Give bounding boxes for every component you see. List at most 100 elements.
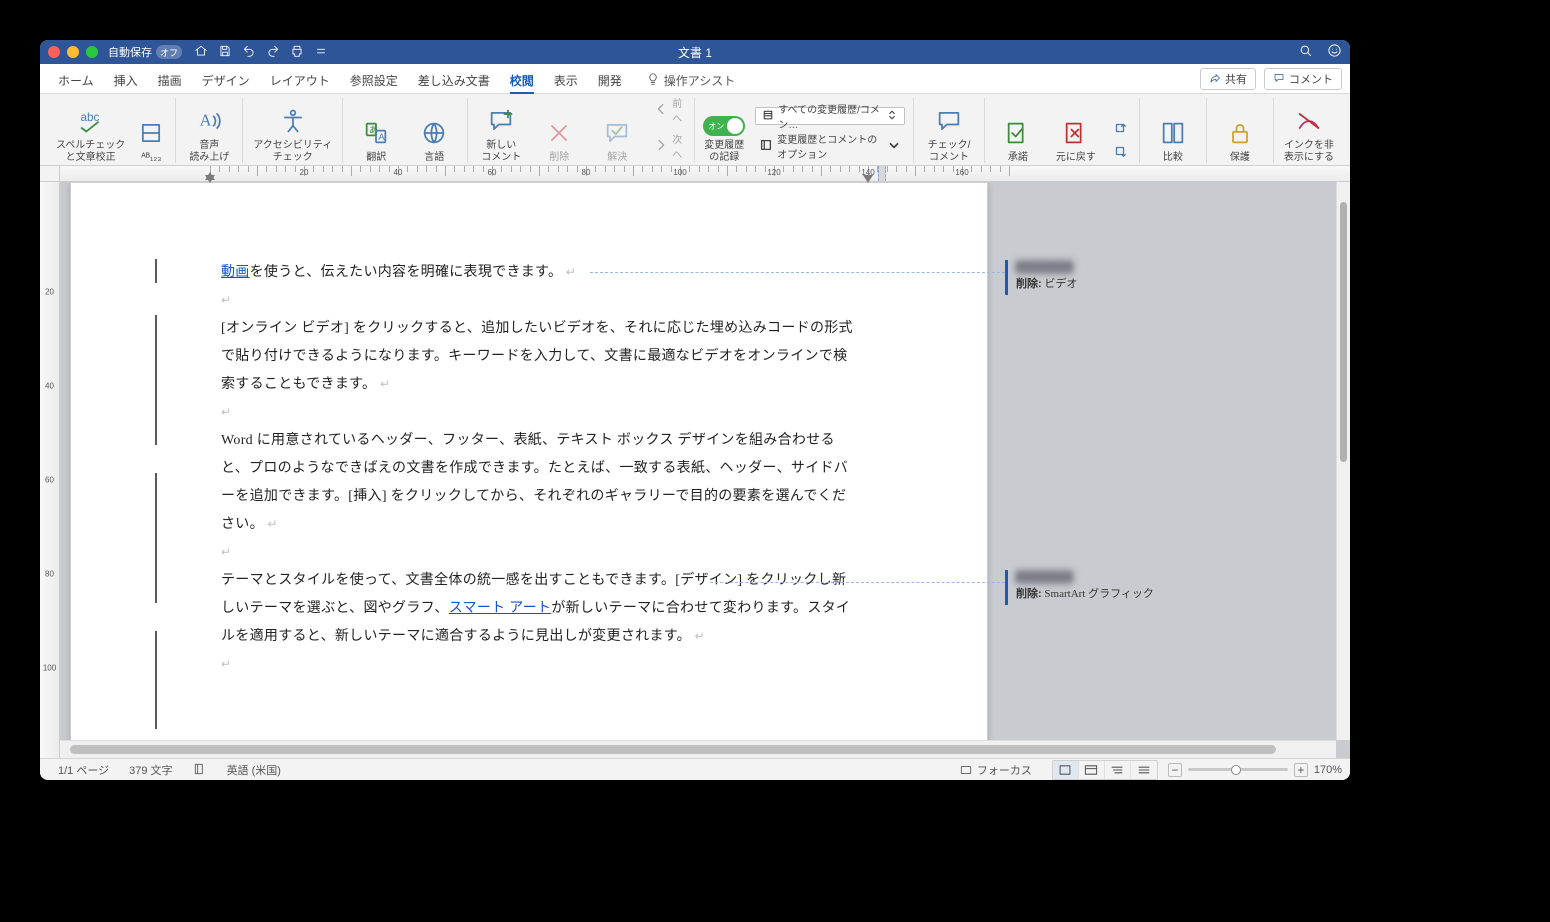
ribbon-tab-1[interactable]: 挿入 xyxy=(104,66,148,93)
draft-view[interactable] xyxy=(1131,761,1157,779)
inserted-text[interactable]: スマート アート xyxy=(449,601,552,616)
accessibility-button[interactable]: アクセシビリティ チェック xyxy=(251,102,334,163)
paragraph[interactable]: [オンライン ビデオ] をクリックすると、追加したいビデオを、それに応じた埋め込… xyxy=(221,315,857,399)
hide-ink-button[interactable]: インクを非 表示にする xyxy=(1282,102,1336,163)
paragraph[interactable]: 動画を使うと、伝えたい内容を明確に表現できます。 ↵ xyxy=(221,259,857,287)
vertical-scrollbar-thumb[interactable] xyxy=(1340,202,1347,462)
text-run[interactable]: を使うと、伝えたい内容を明確に表現できます。 xyxy=(250,265,563,280)
save-icon[interactable] xyxy=(218,44,232,61)
paragraph[interactable]: Word に用意されているヘッダー、フッター、表紙、テキスト ボックス デザイン… xyxy=(221,427,857,539)
prev-change-button[interactable] xyxy=(1109,119,1131,140)
document-scroll-area[interactable]: 動画を使うと、伝えたい内容を明確に表現できます。 ↵ ↵ [オンライン ビデオ] … xyxy=(60,182,1350,740)
share-icon xyxy=(1209,72,1221,87)
share-button[interactable]: 共有 xyxy=(1200,68,1256,90)
thesaurus-button[interactable]: ᴬᴮ₁₂₃ xyxy=(135,114,167,164)
zoom-in-button[interactable]: + xyxy=(1294,763,1308,777)
group-ink: インクを非 表示にする xyxy=(1273,98,1344,163)
svg-text:A: A xyxy=(200,111,212,130)
read-aloud-button[interactable]: A 音声 読み上げ xyxy=(184,102,234,163)
close-window-button[interactable] xyxy=(48,46,60,58)
document-body[interactable]: 動画を使うと、伝えたい内容を明確に表現できます。 ↵ ↵ [オンライン ビデオ] … xyxy=(221,259,857,740)
print-layout-view[interactable] xyxy=(1053,761,1079,779)
comments-pane-button[interactable]: コメント xyxy=(1264,68,1342,90)
minimize-window-button[interactable] xyxy=(67,46,79,58)
next-change-button[interactable] xyxy=(1109,142,1131,163)
inserted-text[interactable]: 動画 xyxy=(221,265,250,280)
qat-customize-icon[interactable] xyxy=(314,44,328,61)
right-indent[interactable] xyxy=(863,175,873,183)
track-changes-toggle[interactable]: オン xyxy=(703,116,745,136)
vertical-ruler[interactable]: 20406080100 xyxy=(40,182,60,758)
text-run[interactable]: [オンライン ビデオ] をクリックすると、追加したいビデオを、それに応じた埋め込… xyxy=(221,321,853,392)
ribbon-tab-2[interactable]: 描画 xyxy=(148,66,192,93)
paragraph[interactable]: テーマとスタイルを使って、文書全体の統一感を出すこともできます。[デザイン] を… xyxy=(221,567,857,651)
zoom-out-button[interactable]: − xyxy=(1168,763,1182,777)
horizontal-scrollbar[interactable] xyxy=(60,740,1336,758)
horizontal-ruler[interactable]: 20406080100120140160 xyxy=(60,166,1350,182)
ribbon-tab-5[interactable]: 参照設定 xyxy=(340,66,408,93)
arrow-down-icon xyxy=(1113,144,1127,161)
redo-icon[interactable] xyxy=(266,44,280,61)
language-button[interactable]: 言語 xyxy=(409,114,459,164)
accessibility-label: アクセシビリティ チェック xyxy=(253,140,332,163)
group-accessibility: アクセシビリティ チェック xyxy=(242,98,342,163)
arrow-up-icon xyxy=(1113,121,1127,138)
hanging-indent[interactable] xyxy=(205,175,215,183)
focus-mode-button[interactable]: フォーカス xyxy=(949,762,1042,778)
paragraph[interactable]: ↵ xyxy=(221,651,857,679)
print-icon[interactable] xyxy=(290,44,304,61)
outline-view[interactable] xyxy=(1105,761,1131,779)
zoom-slider-knob[interactable] xyxy=(1231,765,1241,775)
paragraph[interactable]: ↵ xyxy=(221,539,857,567)
horizontal-scrollbar-thumb[interactable] xyxy=(70,745,1276,754)
ribbon-tab-4[interactable]: レイアウト xyxy=(260,66,340,93)
accept-button[interactable]: 承諾 xyxy=(993,114,1043,164)
ribbon-tab-8[interactable]: 表示 xyxy=(544,66,588,93)
home-icon[interactable] xyxy=(194,44,208,61)
new-comment-button[interactable]: 新しい コメント xyxy=(476,102,526,163)
spellcheck-status-icon[interactable] xyxy=(183,762,217,777)
delete-comment-button: 削除 xyxy=(534,114,584,164)
reject-button[interactable]: 元に戻す xyxy=(1051,114,1101,164)
ribbon-tab-7[interactable]: 校閲 xyxy=(500,66,544,93)
revision-old-text: SmartArt グラフィック xyxy=(1042,588,1154,600)
web-layout-view[interactable] xyxy=(1079,761,1105,779)
ribbon-tab-9[interactable]: 開発 xyxy=(588,66,632,93)
check-comments-button[interactable]: チェック/コメント xyxy=(922,102,976,163)
paragraph[interactable]: ↵ xyxy=(221,287,857,315)
ruler-mark: 60 xyxy=(488,168,497,177)
word-count[interactable]: 379 文字 xyxy=(119,762,182,778)
zoom-slider[interactable] xyxy=(1188,768,1288,771)
zoom-value[interactable]: 170% xyxy=(1314,764,1342,776)
tell-me-search[interactable]: 操作アシスト xyxy=(636,66,746,93)
arrow-left-icon xyxy=(654,102,668,119)
compare-button[interactable]: 比較 xyxy=(1148,114,1198,164)
text-run[interactable]: Word に用意されているヘッダー、フッター、表紙、テキスト ボックス デザイン… xyxy=(221,433,848,532)
translate-button[interactable]: あA 翻訳 xyxy=(351,114,401,164)
undo-icon[interactable] xyxy=(242,44,256,61)
revision-balloon[interactable]: ████████削除: ビデオ xyxy=(1005,260,1185,295)
paragraph-mark: ↵ xyxy=(221,293,231,307)
search-icon[interactable] xyxy=(1298,43,1313,61)
vertical-scrollbar[interactable] xyxy=(1336,182,1350,740)
statusbar: 1/1 ページ 379 文字 英語 (米国) フォーカス − + 170% xyxy=(40,758,1350,780)
revision-balloon[interactable]: ████████削除: SmartArt グラフィック xyxy=(1005,570,1185,605)
ribbon-tab-3[interactable]: デザイン xyxy=(192,66,260,93)
quick-access-toolbar xyxy=(194,44,328,61)
feedback-icon[interactable] xyxy=(1327,43,1342,61)
protect-button[interactable]: 保護 xyxy=(1215,114,1265,164)
arrow-right-icon xyxy=(654,138,668,155)
display-mode-select[interactable]: すべての変更履歴/コメン… xyxy=(755,107,905,125)
tracking-options-button[interactable]: 変更履歴とコメントのオプション xyxy=(755,129,905,163)
paragraph-mark: ↵ xyxy=(562,265,576,279)
ribbon-tab-0[interactable]: ホーム xyxy=(48,66,104,93)
language-indicator[interactable]: 英語 (米国) xyxy=(217,762,291,778)
autosave-toggle[interactable]: 自動保存 オフ xyxy=(108,44,182,60)
paragraph[interactable]: ↵ xyxy=(221,399,857,427)
thesaurus-label: ᴬᴮ₁₂₃ xyxy=(141,152,161,164)
fullscreen-window-button[interactable] xyxy=(86,46,98,58)
comments-split-handle[interactable] xyxy=(878,166,886,181)
page-indicator[interactable]: 1/1 ページ xyxy=(48,762,119,778)
ribbon-tab-6[interactable]: 差し込み文書 xyxy=(408,66,500,93)
spelling-button[interactable]: abc スペルチェック と文章校正 xyxy=(54,102,127,163)
